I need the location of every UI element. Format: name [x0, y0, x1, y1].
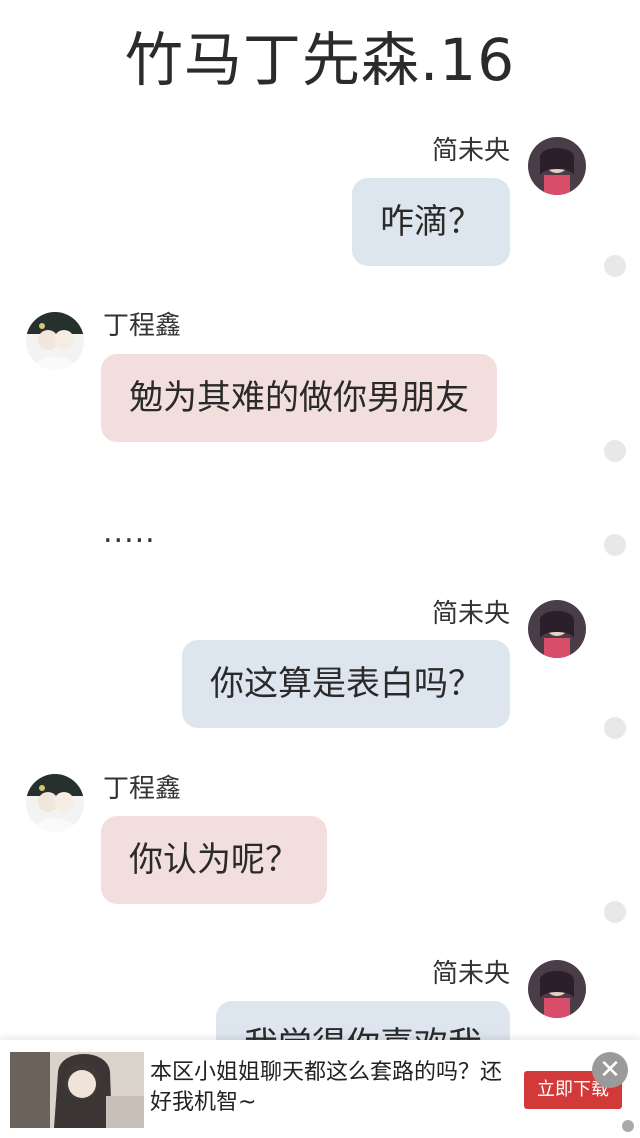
read-status-dot — [604, 717, 626, 739]
message-bubble[interactable]: 勉为其难的做你男朋友 — [101, 354, 497, 442]
sender-name: 丁程鑫 — [103, 774, 182, 804]
page-title: 竹马丁先森.16 — [124, 26, 516, 94]
avatar-image-left — [26, 312, 84, 370]
avatar-image-right — [528, 600, 586, 658]
message-ellipsis: ..... — [103, 515, 156, 550]
message-bubble[interactable]: 你认为呢？ — [101, 816, 327, 904]
message-bubble[interactable]: 咋滴？ — [352, 178, 510, 266]
avatar[interactable] — [528, 600, 586, 658]
read-status-dot — [604, 901, 626, 923]
message-bubble[interactable]: 你这算是表白吗？ — [182, 640, 510, 728]
avatar-image-right — [528, 960, 586, 1018]
avatar[interactable] — [528, 137, 586, 195]
avatar-image-right — [528, 137, 586, 195]
sender-name: 简未央 — [431, 136, 510, 166]
ad-mark-icon — [622, 1120, 634, 1132]
avatar[interactable] — [26, 312, 84, 370]
read-status-dot — [604, 255, 626, 277]
avatar[interactable] — [528, 960, 586, 1018]
sender-name: 丁程鑫 — [103, 311, 182, 341]
avatar-image-left — [26, 774, 84, 832]
ad-text[interactable]: 本区小姐姐聊天都这么套路的吗？还好我机智~ — [150, 1058, 510, 1118]
read-status-dot — [604, 534, 626, 556]
avatar[interactable] — [26, 774, 84, 832]
ad-image — [10, 1052, 144, 1128]
sender-name: 简未央 — [431, 599, 510, 629]
close-icon[interactable]: ✕ — [592, 1052, 628, 1088]
read-status-dot — [604, 440, 626, 462]
ad-thumbnail[interactable] — [10, 1052, 144, 1128]
sender-name: 简未央 — [431, 959, 510, 989]
ad-banner[interactable]: 本区小姐姐聊天都这么套路的吗？还好我机智~ 立即下载 ✕ — [0, 1040, 640, 1138]
